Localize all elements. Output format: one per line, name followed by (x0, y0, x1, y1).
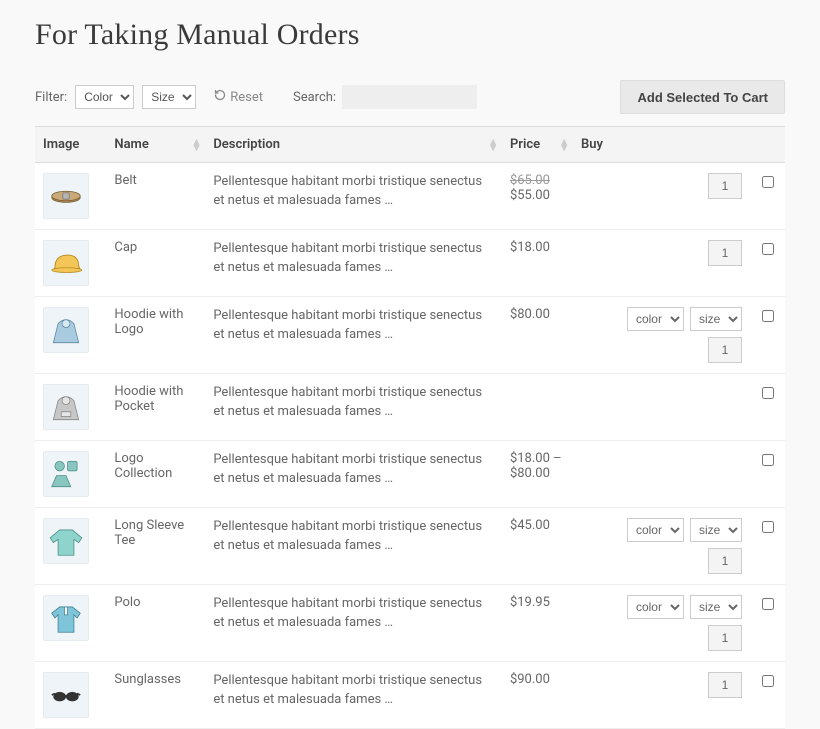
product-description: Pellentesque habitant morbi tristique se… (205, 374, 502, 441)
select-row-checkbox[interactable] (762, 675, 774, 687)
price-current: $90.00 (510, 672, 565, 687)
quantity-input[interactable] (708, 625, 742, 651)
col-description[interactable]: Description ▴▾ (205, 127, 502, 163)
product-name[interactable]: Hoodie with Logo (106, 297, 205, 374)
variant-color-select[interactable]: color (627, 518, 684, 542)
select-row-checkbox[interactable] (762, 454, 774, 466)
quantity-input[interactable] (708, 672, 742, 698)
product-price: $45.00 (502, 508, 573, 585)
price-original: $65.00 (510, 173, 565, 188)
product-thumbnail[interactable] (43, 672, 89, 718)
select-row-checkbox[interactable] (762, 521, 774, 533)
variant-color-select[interactable]: color (627, 595, 684, 619)
product-name[interactable]: Polo (106, 585, 205, 662)
select-row-checkbox[interactable] (762, 387, 774, 399)
search-label: Search: (293, 90, 336, 105)
col-name[interactable]: Name ▴▾ (106, 127, 205, 163)
price-current: $80.00 (510, 307, 565, 322)
page-title: For Taking Manual Orders (35, 18, 785, 52)
table-row: Hoodie with LogoPellentesque habitant mo… (35, 297, 785, 374)
variant-size-select[interactable]: size (690, 595, 742, 619)
select-row-checkbox[interactable] (762, 176, 774, 188)
col-image: Image (35, 127, 106, 163)
product-description: Pellentesque habitant morbi tristique se… (205, 585, 502, 662)
product-price: $19.95 (502, 585, 573, 662)
product-thumbnail[interactable] (43, 384, 89, 430)
price-current: $55.00 (510, 188, 565, 203)
product-description: Pellentesque habitant morbi tristique se… (205, 508, 502, 585)
product-description: Pellentesque habitant morbi tristique se… (205, 230, 502, 297)
product-price: $18.00 – $80.00 (502, 441, 573, 508)
col-price[interactable]: Price ▴▾ (502, 127, 573, 163)
product-thumbnail[interactable] (43, 518, 89, 564)
sort-icon: ▴▾ (561, 139, 567, 151)
product-name[interactable]: Long Sleeve Tee (106, 508, 205, 585)
sort-icon: ▴▾ (194, 139, 200, 151)
table-row: CapPellentesque habitant morbi tristique… (35, 230, 785, 297)
product-price: $18.00 (502, 230, 573, 297)
product-price (502, 374, 573, 441)
quantity-input[interactable] (708, 548, 742, 574)
product-thumbnail[interactable] (43, 240, 89, 286)
undo-icon (214, 89, 226, 105)
table-row: BeltPellentesque habitant morbi tristiqu… (35, 163, 785, 230)
price-current: $19.95 (510, 595, 565, 610)
quantity-input[interactable] (708, 173, 742, 199)
price-current: $18.00 – $80.00 (510, 451, 565, 481)
col-price-label: Price (510, 137, 540, 152)
product-thumbnail[interactable] (43, 595, 89, 641)
reset-label: Reset (230, 90, 263, 105)
variant-color-select[interactable]: color (627, 307, 684, 331)
add-selected-to-cart-button[interactable]: Add Selected To Cart (620, 80, 785, 114)
product-description: Pellentesque habitant morbi tristique se… (205, 297, 502, 374)
price-current: $45.00 (510, 518, 565, 533)
product-description: Pellentesque habitant morbi tristique se… (205, 441, 502, 508)
reset-button[interactable]: Reset (214, 89, 263, 105)
sort-icon: ▴▾ (490, 139, 496, 151)
product-name[interactable]: Cap (106, 230, 205, 297)
toolbar: Filter: Color Size Reset Search: Add Sel… (35, 80, 785, 114)
table-row: SunglassesPellentesque habitant morbi tr… (35, 662, 785, 729)
select-row-checkbox[interactable] (762, 598, 774, 610)
table-row: Logo CollectionPellentesque habitant mor… (35, 441, 785, 508)
product-name[interactable]: Belt (106, 163, 205, 230)
product-name[interactable]: Logo Collection (106, 441, 205, 508)
table-row: PoloPellentesque habitant morbi tristiqu… (35, 585, 785, 662)
product-thumbnail[interactable] (43, 307, 89, 353)
product-thumbnail[interactable] (43, 451, 89, 497)
product-price: $80.00 (502, 297, 573, 374)
table-row: Long Sleeve TeePellentesque habitant mor… (35, 508, 785, 585)
table-row: Hoodie with PocketPellentesque habitant … (35, 374, 785, 441)
product-price: $90.00 (502, 662, 573, 729)
product-price: $65.00$55.00 (502, 163, 573, 230)
select-row-checkbox[interactable] (762, 243, 774, 255)
price-current: $18.00 (510, 240, 565, 255)
quantity-input[interactable] (708, 240, 742, 266)
filter-size-select[interactable]: Size (142, 85, 196, 109)
product-description: Pellentesque habitant morbi tristique se… (205, 662, 502, 729)
col-description-label: Description (213, 137, 280, 152)
product-table: Image Name ▴▾ Description ▴▾ Price ▴▾ Bu… (35, 126, 785, 729)
quantity-input[interactable] (708, 337, 742, 363)
col-name-label: Name (114, 137, 148, 152)
product-name[interactable]: Hoodie with Pocket (106, 374, 205, 441)
filter-color-select[interactable]: Color (75, 85, 134, 109)
filter-label: Filter: (35, 90, 67, 105)
product-name[interactable]: Sunglasses (106, 662, 205, 729)
select-row-checkbox[interactable] (762, 310, 774, 322)
product-thumbnail[interactable] (43, 173, 89, 219)
col-buy: Buy (573, 127, 785, 163)
search-input[interactable] (342, 85, 477, 109)
product-description: Pellentesque habitant morbi tristique se… (205, 163, 502, 230)
variant-size-select[interactable]: size (690, 307, 742, 331)
variant-size-select[interactable]: size (690, 518, 742, 542)
